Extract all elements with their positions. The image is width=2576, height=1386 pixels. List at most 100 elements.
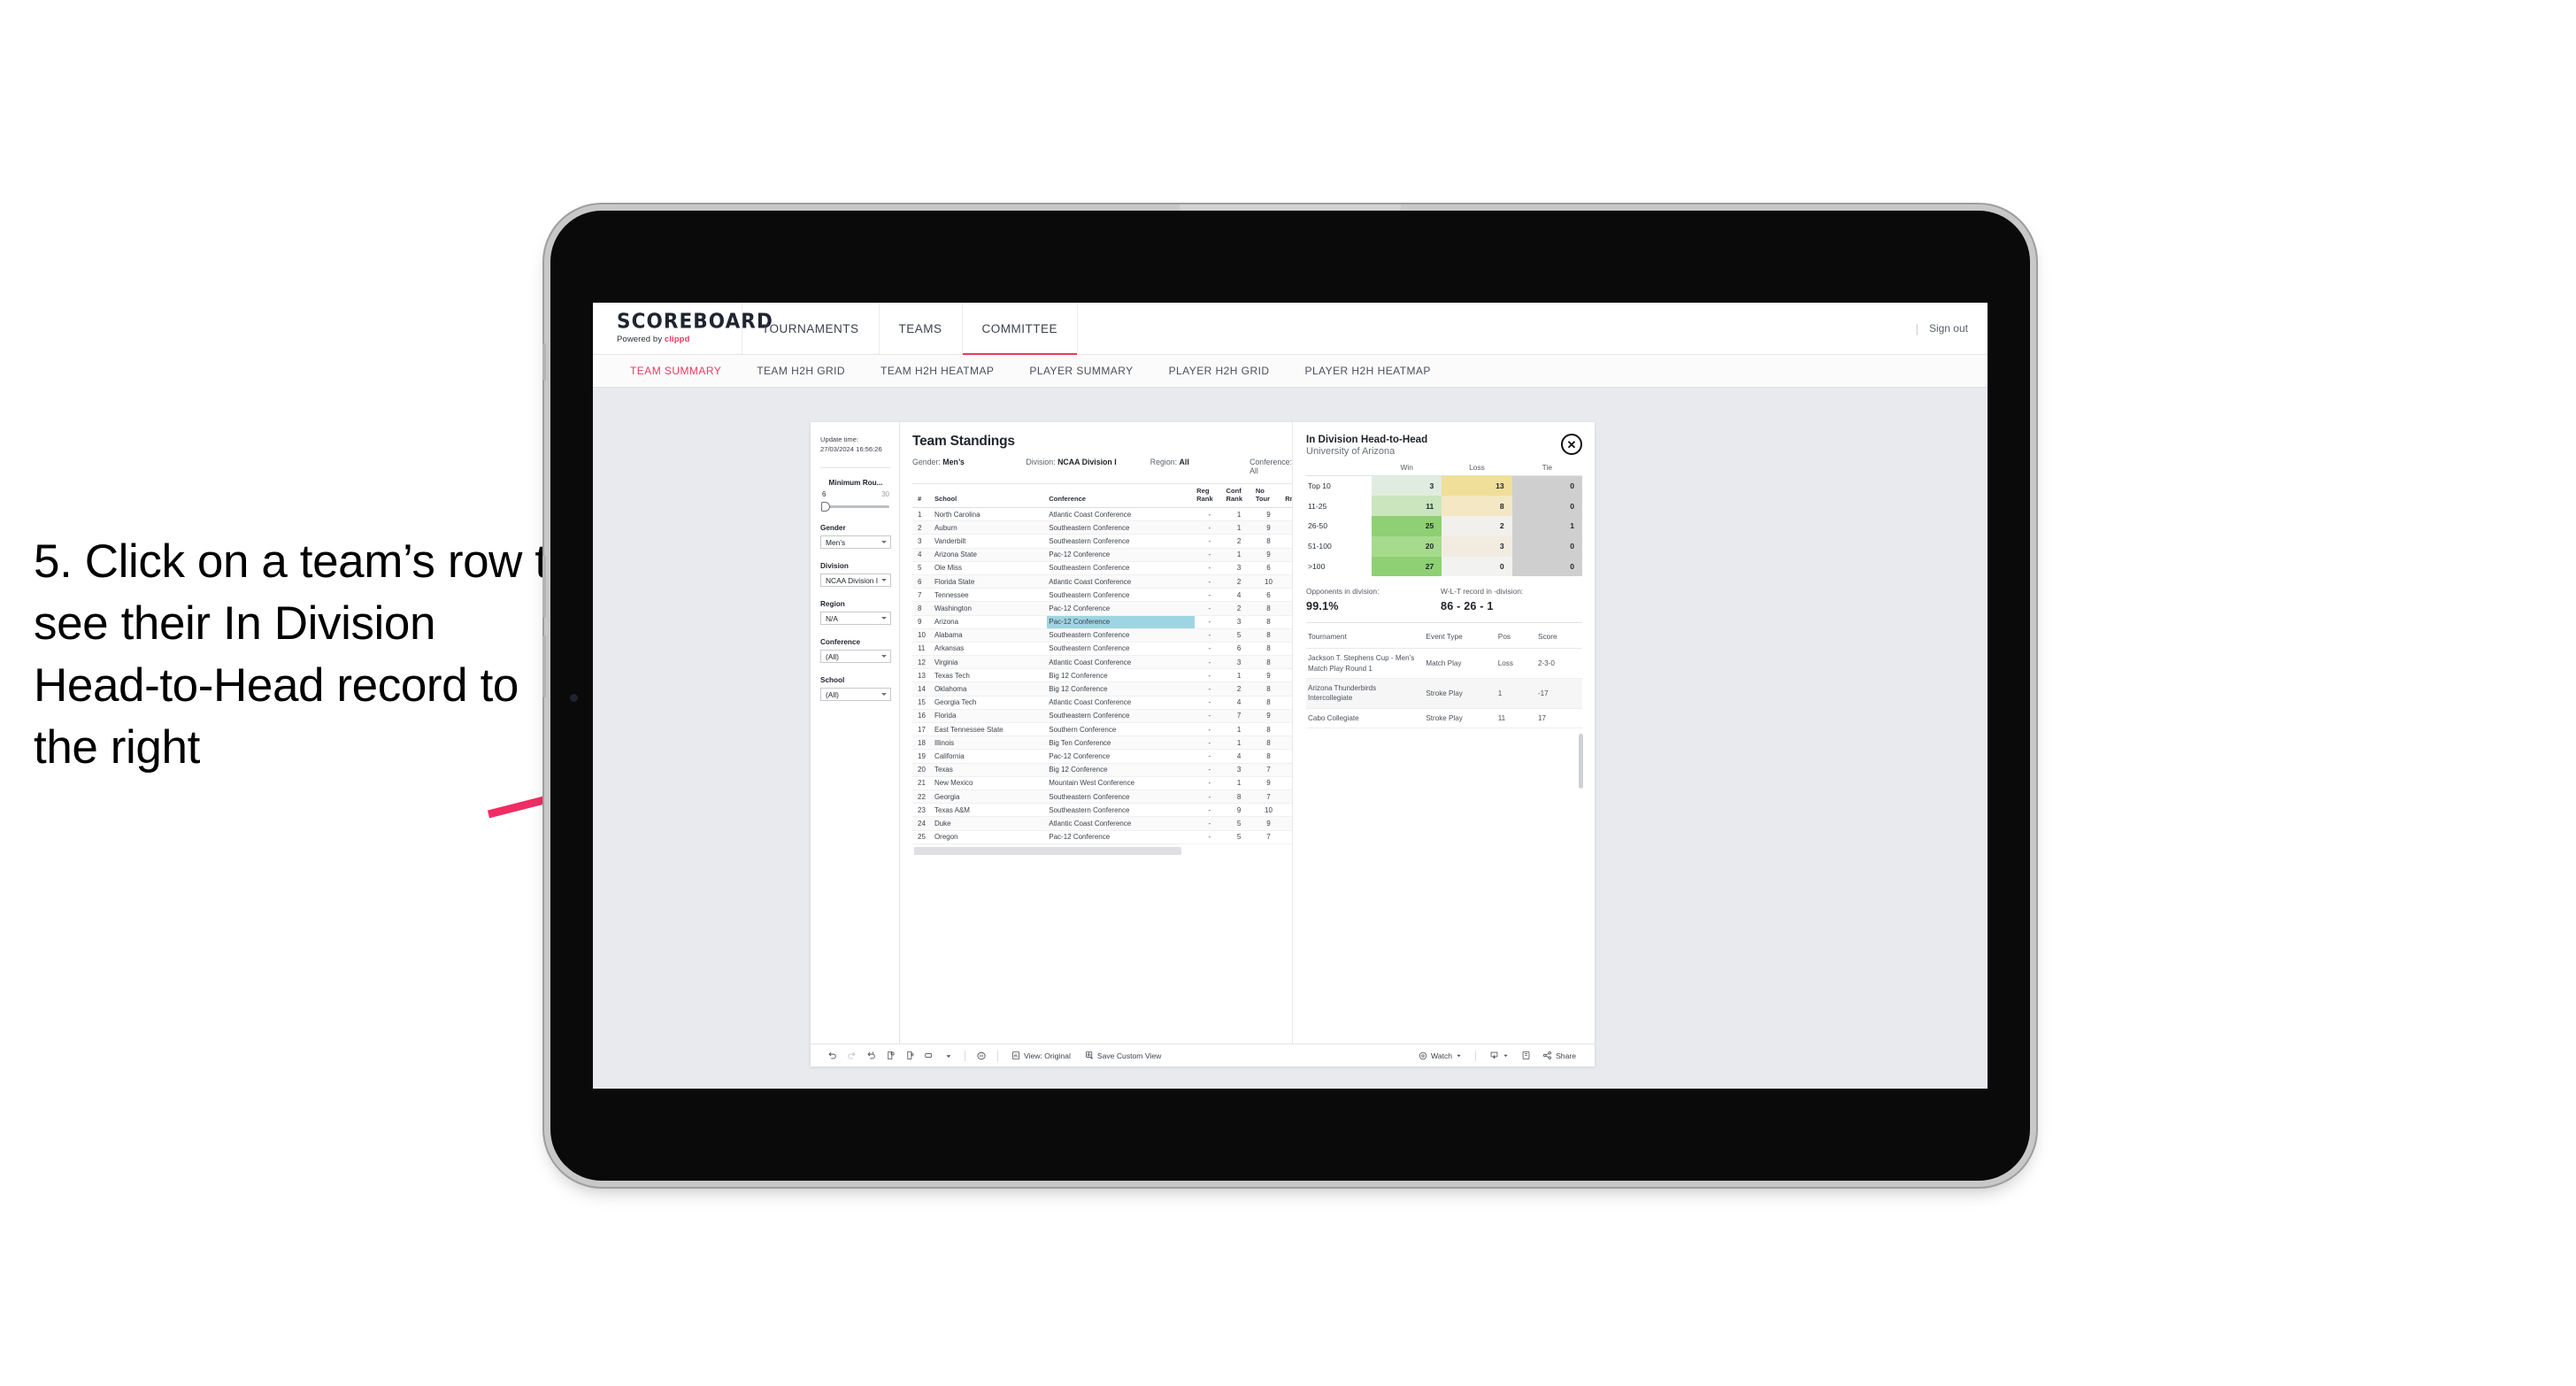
col-tournament[interactable]: Tournament [1306, 625, 1425, 650]
nav-tab-teams[interactable]: TEAMS [880, 303, 963, 354]
table-row[interactable]: 18IllinoisBig Ten Conference-18233 [912, 735, 1292, 751]
pause-updates-icon[interactable] [900, 1046, 919, 1066]
minimum-rounds-low: 6 [822, 490, 827, 498]
subtab-player-summary[interactable]: PLAYER SUMMARY [1011, 365, 1150, 377]
col-school[interactable]: School [932, 483, 1048, 508]
cell-no-tour: 10 [1253, 803, 1284, 818]
table-row[interactable]: 8WashingtonPac-12 Conference-28231 [912, 601, 1292, 616]
subtab-team-h2h-heatmap[interactable]: TEAM H2H HEATMAP [863, 365, 1011, 377]
chevron-down-icon [1457, 1054, 1461, 1058]
meta-gender-value: Men’s [942, 458, 965, 466]
slider-track-bar [824, 505, 889, 508]
cell-school: North Carolina [932, 507, 1048, 522]
table-row[interactable]: 17 East Tennessee State Southern Conferenc… [912, 722, 1292, 737]
table-row[interactable]: 7TennesseeSoutheastern Conference-46182 [912, 588, 1292, 603]
nav-tab-tournaments[interactable]: TOURNAMENTS [742, 303, 880, 354]
h2h-cell-win: 3 [1372, 475, 1442, 497]
cell-conference: Big 12 Conference [1047, 681, 1196, 697]
subtab-team-summary[interactable]: TEAM SUMMARY [612, 365, 739, 377]
gender-label: Gender [820, 524, 846, 532]
school-select[interactable]: (All) [820, 688, 891, 701]
table-row[interactable]: 10AlabamaSoutheastern Conference-58233 [912, 628, 1292, 643]
cell-conf-rank: 5 [1224, 816, 1254, 831]
tournaments-table-head: Tournament Event Type Pos Score [1306, 625, 1582, 650]
table-row[interactable]: 24DukeAtlantic Coast Conference-59271 [912, 816, 1292, 831]
refresh-data-icon[interactable] [880, 1046, 900, 1066]
division-select[interactable]: NCAA Division I [820, 574, 891, 587]
table-row[interactable]: 5Ole MissSoutheastern Conference-36181 [912, 561, 1292, 575]
cell-rnds: 27 [1283, 574, 1292, 589]
device-layout-icon[interactable] [919, 1046, 939, 1066]
close-icon[interactable]: ✕ [1561, 434, 1582, 455]
table-row[interactable]: 1 North Carolina Atlantic Coast Conference… [912, 507, 1292, 522]
table-row[interactable]: 25OregonPac-12 Conference-57210 [912, 830, 1292, 844]
cell-reg-rank: - [1195, 681, 1225, 697]
table-row[interactable]: 21New MexicoMountain West Conference-192… [912, 776, 1292, 790]
table-row[interactable]: 6 Florida State Atlantic Coast Conference -… [912, 574, 1292, 589]
table-row[interactable]: 11ArkansasSoutheastern Conference-68232 [912, 642, 1292, 657]
watch-button[interactable]: Watch [1411, 1051, 1469, 1060]
col-rnds[interactable]: Rnds [1283, 483, 1292, 508]
revert-icon[interactable] [861, 1046, 880, 1066]
tournament-row[interactable]: Jackson T. Stephens Cup - Men’s Match Pl… [1306, 648, 1582, 680]
col-score[interactable]: Score [1535, 625, 1582, 650]
fullscreen-icon[interactable] [1516, 1046, 1535, 1066]
h2h-divider [1306, 622, 1582, 624]
cell-school: Georgia Tech [932, 696, 1048, 710]
table-row[interactable]: 23Texas A&MSoutheastern Conference-91030… [912, 803, 1292, 818]
table-row[interactable]: 15 Georgia Tech Atlantic Coast Conference -… [912, 696, 1292, 710]
table-row[interactable]: 2AuburnSoutheastern Conference-19276 [912, 520, 1292, 535]
download-button[interactable] [1482, 1051, 1516, 1060]
cell-event-type: Stroke Play [1424, 708, 1496, 729]
tournament-row[interactable]: Cabo Collegiate Stroke Play 11 17 [1306, 708, 1582, 729]
standings-table-wrapper[interactable]: # School Conference Reg Rank Conf Rank No T… [912, 483, 1292, 1043]
share-button[interactable]: Share [1535, 1051, 1583, 1060]
col-event-type[interactable]: Event Type [1424, 625, 1496, 650]
subtab-player-h2h-grid[interactable]: PLAYER H2H GRID [1151, 365, 1288, 377]
tournament-row[interactable]: Arizona Thunderbirds Intercollegiate Stro… [1306, 678, 1582, 709]
table-row[interactable]: 9ArizonaPac-12 Conference-38232 [912, 615, 1292, 629]
table-row[interactable]: 22GeorgiaSoutheastern Conference-87211 [912, 789, 1292, 805]
table-row[interactable]: 13Texas TechBig 12 Conference-19272 [912, 668, 1292, 683]
gender-select[interactable]: Men’s [820, 535, 891, 549]
view-original-button[interactable]: View: Original [1004, 1051, 1078, 1060]
device-layout-dropdown-icon[interactable] [939, 1046, 958, 1066]
nav-tab-committee[interactable]: COMMITTEE [962, 303, 1079, 355]
sign-out-link[interactable]: Sign out [1929, 322, 1968, 335]
subtab-player-h2h-heatmap[interactable]: PLAYER H2H HEATMAP [1287, 365, 1448, 377]
save-custom-view-button[interactable]: Save Custom View [1078, 1051, 1168, 1060]
cell-conf-rank: 1 [1224, 722, 1254, 737]
h2h-table-head: Win Loss Tie [1306, 463, 1582, 476]
cell-rnds: 18 [1283, 561, 1292, 575]
h2h-title: In Division Head-to-Head [1306, 434, 1428, 445]
minimum-rounds-slider[interactable] [820, 502, 891, 512]
col-no-tour[interactable]: No Tour [1253, 483, 1284, 508]
cell-rank: 12 [912, 655, 933, 670]
subtab-team-h2h-grid[interactable]: TEAM H2H GRID [739, 365, 863, 377]
redo-icon[interactable] [842, 1046, 861, 1066]
region-select[interactable]: N/A [820, 612, 891, 625]
conference-select[interactable]: (All) [820, 650, 891, 663]
pause-auto-update-icon[interactable] [972, 1046, 991, 1066]
undo-icon[interactable] [822, 1046, 842, 1066]
table-row[interactable]: 4Arizona StatePac-12 Conference-19261 [912, 548, 1292, 562]
table-row[interactable]: 16FloridaSoutheastern Conference-79244 [912, 709, 1292, 724]
table-row[interactable]: 12VirginiaAtlantic Coast Conference-3824… [912, 655, 1292, 670]
standings-hscrollbar-rail[interactable] [912, 846, 1292, 855]
table-row[interactable]: 19CaliforniaPac-12 Conference-48242 [912, 749, 1292, 764]
cell-reg-rank: - [1195, 534, 1225, 549]
table-row[interactable]: 14OklahomaBig 12 Conference-28242 [912, 681, 1292, 697]
table-row[interactable]: 20TexasBig 12 Conference-37200 [912, 763, 1292, 777]
slider-handle[interactable] [821, 502, 830, 512]
col-rank[interactable]: # [912, 483, 933, 508]
col-conf-rank[interactable]: Conf Rank [1224, 483, 1254, 508]
tournaments-vscrollbar-thumb[interactable] [1579, 734, 1583, 789]
col-conference[interactable]: Conference [1047, 483, 1196, 508]
col-reg-rank[interactable]: Reg Rank [1195, 483, 1225, 508]
col-pos[interactable]: Pos [1496, 625, 1536, 650]
brand-logo[interactable]: SCOREBOARD Powered by clippd [593, 303, 773, 354]
table-row[interactable]: 3VanderbiltSoutheastern Conference-28235 [912, 534, 1292, 549]
h2h-cell-win: 20 [1372, 535, 1442, 557]
toolbar-divider [1475, 1050, 1477, 1061]
standings-hscrollbar-thumb[interactable] [914, 846, 1181, 855]
